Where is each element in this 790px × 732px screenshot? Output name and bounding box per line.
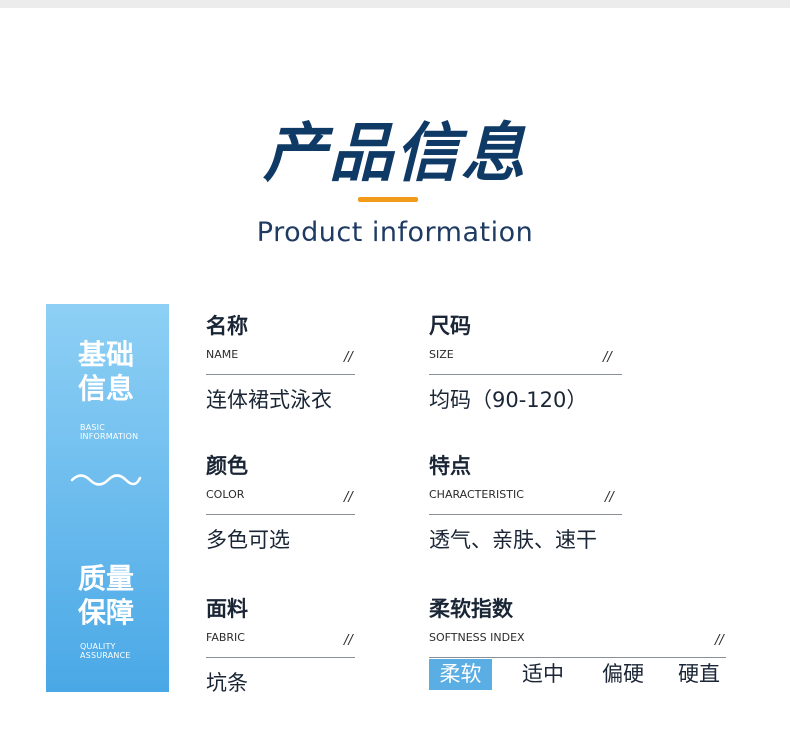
field-softness-en: SOFTNESS INDEX	[429, 631, 525, 644]
softness-option-soft: 柔软	[429, 659, 492, 690]
field-feature-slash: //	[605, 490, 614, 505]
field-size-value: 均码（90-120）	[429, 388, 588, 412]
basic-info-sub-line1: BASIC	[80, 423, 105, 432]
field-softness-slash: //	[715, 633, 724, 648]
softness-option-firm: 偏硬	[602, 662, 644, 686]
softness-option-rigid: 硬直	[678, 662, 720, 686]
field-feature-en: CHARACTERISTIC	[429, 488, 524, 501]
field-name-label: 名称	[206, 314, 248, 338]
field-name-divider	[206, 374, 355, 375]
field-size-slash: //	[603, 350, 612, 365]
softness-option-medium: 适中	[522, 662, 564, 686]
basic-info-title-line1: 基础	[78, 338, 135, 371]
field-color-slash: //	[344, 490, 353, 505]
field-fabric-slash: //	[344, 633, 353, 648]
basic-info-sub-line2: INFORMATION	[80, 432, 139, 441]
quality-sub-line1: QUALITY	[80, 642, 116, 651]
quality-title-line1: 质量	[78, 562, 135, 595]
quality-title-line2: 保障	[78, 596, 135, 629]
field-fabric-value: 坑条	[206, 671, 248, 695]
field-name-slash: //	[344, 350, 353, 365]
sidebar-panel: 基础 信息 BASIC INFORMATION 质量 保障 QUALITY AS…	[46, 304, 169, 692]
basic-info-title-line2: 信息	[78, 372, 135, 405]
field-size-en: SIZE	[429, 348, 454, 361]
field-feature-value: 透气、亲肤、速干	[429, 528, 597, 552]
field-name-en: NAME	[206, 348, 239, 361]
quality-sub-line2: ASSURANCE	[80, 651, 131, 660]
title-underline	[358, 197, 418, 202]
page-subtitle: Product information	[256, 217, 534, 248]
field-color-label: 颜色	[206, 454, 248, 478]
wave-icon	[70, 474, 142, 486]
field-softness-label: 柔软指数	[429, 597, 513, 621]
field-name-value: 连体裙式泳衣	[206, 388, 332, 412]
field-softness-divider	[429, 657, 726, 658]
field-feature-divider	[429, 514, 622, 515]
field-feature-label: 特点	[429, 454, 471, 478]
page-title: 产品信息	[263, 117, 527, 191]
field-fabric-label: 面料	[206, 597, 248, 621]
field-color-en: COLOR	[206, 488, 245, 501]
field-color-divider	[206, 514, 355, 515]
top-bar	[0, 0, 790, 8]
field-size-divider	[429, 374, 622, 375]
field-color-value: 多色可选	[206, 528, 290, 552]
field-size-label: 尺码	[429, 314, 471, 338]
field-fabric-divider	[206, 657, 355, 658]
field-fabric-en: FABRIC	[206, 631, 245, 644]
